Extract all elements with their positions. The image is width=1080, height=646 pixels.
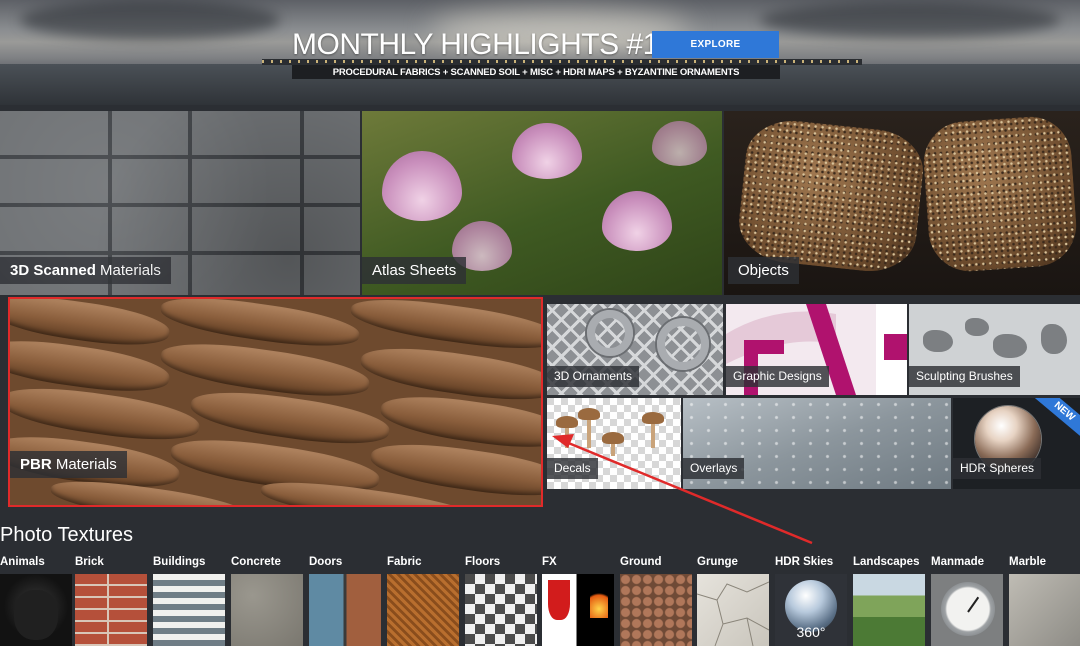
thumb-ground[interactable] — [620, 574, 692, 646]
category-label-ground[interactable]: Ground — [620, 556, 662, 568]
flower-image — [602, 191, 672, 251]
thumb-marble[interactable] — [1009, 574, 1080, 646]
category-label-floors[interactable]: Floors — [465, 556, 500, 568]
ornament-image — [657, 318, 709, 370]
explore-button[interactable]: EXPLORE — [652, 31, 779, 58]
brush-stamp — [993, 334, 1027, 358]
brush-stamp — [923, 330, 953, 352]
tile-3d-ornaments[interactable]: 3D Ornaments — [547, 304, 723, 395]
tile-graphic-designs[interactable]: Graphic Designs — [726, 304, 907, 395]
thumb-concrete[interactable] — [231, 574, 303, 646]
photo-textures-title: Photo Textures — [0, 524, 134, 546]
tile-label: Objects — [728, 257, 799, 284]
category-label-doors[interactable]: Doors — [309, 556, 342, 568]
category-label-animals[interactable]: Animals — [0, 556, 45, 568]
category-label-fabric[interactable]: Fabric — [387, 556, 422, 568]
thumb-floors[interactable] — [465, 574, 537, 646]
banner-cloud — [760, 2, 1060, 38]
tile-label: Sculpting Brushes — [909, 366, 1020, 387]
thumb-landscapes[interactable] — [853, 574, 925, 646]
thumb-animals[interactable] — [0, 574, 72, 646]
category-label-concrete[interactable]: Concrete — [231, 556, 281, 568]
thumb-buildings[interactable] — [153, 574, 225, 646]
tile-objects[interactable]: Objects — [724, 111, 1080, 295]
category-label-brick[interactable]: Brick — [75, 556, 104, 568]
tile-label: 3D Ornaments — [547, 366, 640, 387]
gorilla-image — [14, 590, 58, 640]
tile-decals[interactable]: Decals — [547, 398, 681, 489]
category-label-hdr-skies[interactable]: HDR Skies — [775, 556, 833, 568]
tile-label: Graphic Designs — [726, 366, 829, 387]
tile-hdr-spheres[interactable]: NEW HDR Spheres — [953, 398, 1080, 489]
thumb-brick[interactable] — [75, 574, 147, 646]
flower-image — [512, 123, 582, 179]
banner-cloud — [20, 0, 280, 40]
thumb-fx[interactable] — [542, 574, 614, 646]
tile-label: Atlas Sheets — [362, 257, 467, 284]
thumb-doors[interactable] — [309, 574, 381, 646]
category-label-marble[interactable]: Marble — [1009, 556, 1046, 568]
category-label-grunge[interactable]: Grunge — [697, 556, 738, 568]
tile-label: 3D Scanned Materials — [0, 257, 171, 284]
tile-atlas-sheets[interactable]: Atlas Sheets — [362, 111, 722, 295]
category-label-buildings[interactable]: Buildings — [153, 556, 205, 568]
brush-stamp — [1041, 324, 1067, 354]
tile-label: Decals — [547, 458, 598, 479]
mushroom-decal — [578, 408, 600, 420]
category-label-fx[interactable]: FX — [542, 556, 557, 568]
tile-label: Overlays — [683, 458, 745, 479]
paint-drip-image — [548, 580, 570, 620]
ornament-image — [587, 310, 633, 356]
fire-image — [590, 588, 608, 618]
crack-pattern — [697, 581, 769, 646]
flower-image — [652, 121, 707, 166]
mushroom-decal — [642, 412, 664, 424]
thumb-fabric[interactable] — [387, 574, 459, 646]
tile-3d-scanned-materials[interactable]: 3D Scanned Materials — [0, 111, 360, 295]
brush-stamp — [965, 318, 989, 336]
hdr-360-badge: 360° — [796, 624, 826, 640]
banner-title: MONTHLY HIGHLIGHTS #19 — [292, 28, 675, 61]
category-label-manmade[interactable]: Manmade — [931, 556, 984, 568]
tile-sculpting-brushes[interactable]: Sculpting Brushes — [909, 304, 1080, 395]
mushroom-decal — [556, 416, 578, 428]
bread-image — [920, 114, 1080, 274]
category-label-landscapes[interactable]: Landscapes — [853, 556, 919, 568]
bread-image — [735, 116, 927, 276]
thumb-grunge[interactable] — [697, 574, 769, 646]
mushroom-decal — [602, 432, 624, 444]
thumb-manmade[interactable] — [931, 574, 1003, 646]
tile-overlays[interactable]: Overlays — [683, 398, 951, 489]
thumb-hdr-skies[interactable]: 360° — [775, 574, 847, 646]
flower-image — [382, 151, 462, 221]
highlight-box — [8, 297, 543, 507]
banner-subtitle: PROCEDURAL FABRICS + SCANNED SOIL + MISC… — [292, 65, 780, 79]
tile-label: HDR Spheres — [953, 458, 1042, 479]
